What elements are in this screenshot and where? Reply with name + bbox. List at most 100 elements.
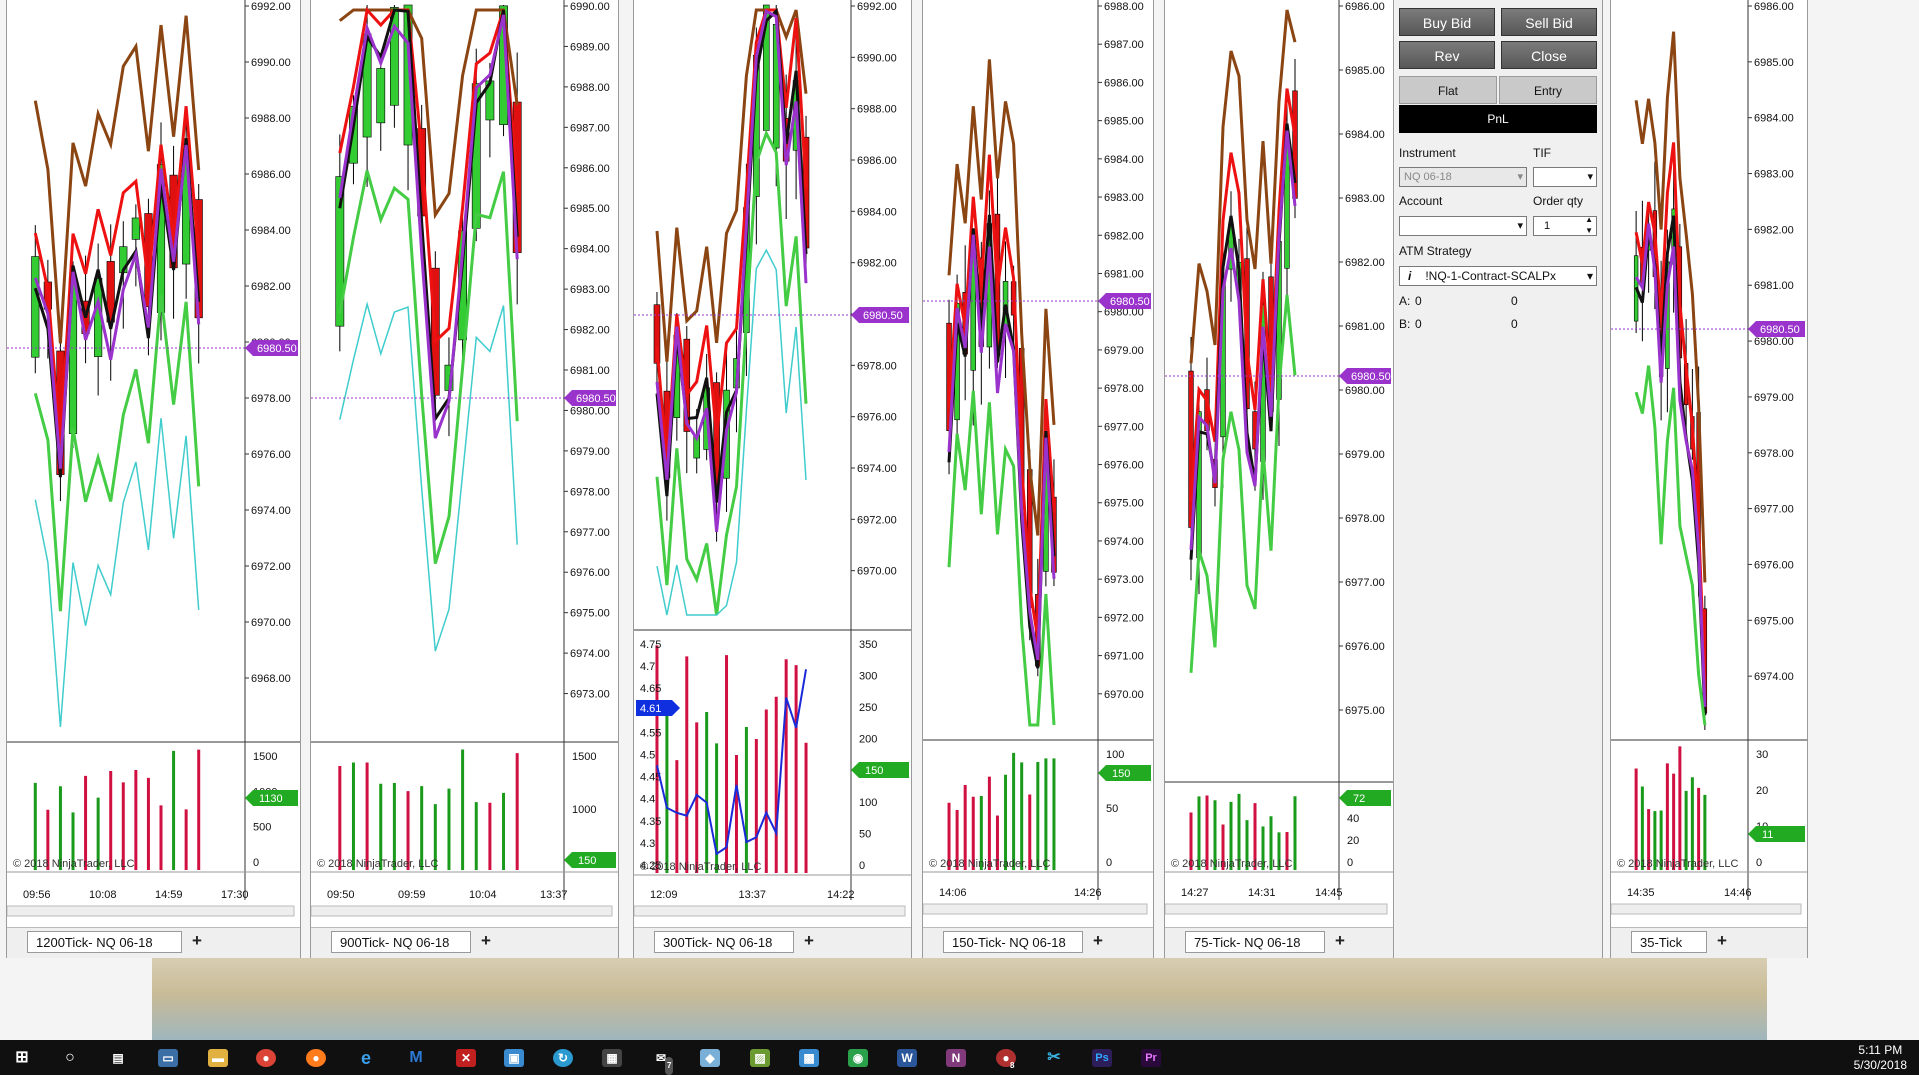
file-explorer-icon[interactable]: ▬ bbox=[208, 1049, 228, 1067]
price-axis-label: 6990.00 bbox=[251, 57, 291, 69]
add-tab-icon[interactable]: + bbox=[1711, 931, 1733, 953]
stepper-arrows-icon[interactable]: ▲ ▼ bbox=[1585, 214, 1593, 236]
chart-canvas[interactable]: 6986.00 6985.00 6984.00 6983.00 6982.00 6981.… bbox=[1611, 0, 1807, 928]
mail-icon[interactable]: ✉ 7 bbox=[651, 1049, 674, 1075]
instrument-select[interactable]: NQ 06-18 ▾ bbox=[1399, 167, 1527, 187]
moving-average-line bbox=[656, 248, 807, 616]
app-icon-2[interactable]: ▣ bbox=[504, 1049, 524, 1067]
volume-axis-label: 0 bbox=[859, 860, 865, 872]
sync-icon[interactable]: ↻ bbox=[553, 1049, 573, 1067]
price-axis-label: 6982.00 bbox=[1754, 224, 1794, 236]
price-axis-label: 6979.00 bbox=[1754, 392, 1794, 404]
atm-strategy-label: ATM Strategy bbox=[1399, 244, 1472, 258]
volume-tag: 150 bbox=[564, 852, 616, 868]
windows-start-icon[interactable]: ⊞ bbox=[12, 1049, 32, 1067]
price-axis-label: 6976.00 bbox=[570, 567, 610, 579]
chart-canvas[interactable]: 6990.00 6989.00 6988.00 6987.00 6986.00 6985.… bbox=[311, 0, 618, 928]
edge-icon[interactable]: e bbox=[356, 1049, 376, 1067]
horizontal-scrollbar[interactable] bbox=[923, 903, 1148, 915]
taskbar-clock[interactable]: 5:11 PM 5/30/2018 bbox=[1854, 1043, 1907, 1073]
horizontal-scrollbar[interactable] bbox=[7, 905, 295, 917]
candle bbox=[131, 217, 140, 240]
price-axis-label: 6979.00 bbox=[1104, 345, 1144, 357]
order-qty-stepper[interactable]: 1 ▲ ▼ bbox=[1533, 214, 1597, 236]
app-icon-6[interactable]: ● 8 bbox=[996, 1049, 1016, 1070]
word-icon[interactable]: W bbox=[897, 1049, 917, 1067]
close-button[interactable]: Close bbox=[1501, 41, 1597, 69]
add-tab-icon[interactable]: + bbox=[475, 931, 497, 953]
chart-canvas[interactable]: 6988.00 6987.00 6986.00 6985.00 6984.00 6983.… bbox=[923, 0, 1153, 928]
info-icon[interactable]: i bbox=[1404, 269, 1425, 283]
atm-strategy-value: !NQ-1-Contract-SCALPx bbox=[1425, 269, 1557, 283]
app-icon-3[interactable]: ◆ bbox=[700, 1049, 720, 1067]
add-tab-icon[interactable]: + bbox=[798, 931, 820, 953]
cortana-search-icon[interactable]: ○ bbox=[60, 1049, 80, 1067]
chart-tab[interactable]: 150-Tick- NQ 06-18 bbox=[943, 931, 1083, 953]
photos-icon[interactable]: ▩ bbox=[799, 1049, 819, 1067]
chart-canvas[interactable]: 6986.00 6985.00 6984.00 6983.00 6982.00 6981.… bbox=[1165, 0, 1393, 928]
app-icon-1[interactable]: ▭ bbox=[158, 1049, 178, 1067]
ninjatrader-icon[interactable]: ✕ bbox=[456, 1049, 476, 1067]
photoshop-icon[interactable]: Ps bbox=[1092, 1049, 1112, 1067]
chart-tab[interactable]: 1200Tick- NQ 06-18 bbox=[27, 931, 182, 953]
add-tab-icon[interactable]: + bbox=[1329, 931, 1351, 953]
chart-tab-bar: 1200Tick- NQ 06-18 + bbox=[7, 927, 300, 958]
price-axis-label: 6983.00 bbox=[570, 284, 610, 296]
indicator-line bbox=[655, 669, 808, 856]
price-axis-label: 6976.00 bbox=[1104, 460, 1144, 472]
sell-bid-button[interactable]: Sell Bid bbox=[1501, 8, 1597, 36]
flat-button[interactable]: Flat bbox=[1399, 76, 1497, 104]
chart-window-c1: 6992.00 6990.00 6988.00 6986.00 6984.00 6982.… bbox=[6, 0, 301, 958]
chrome-icon[interactable]: ● bbox=[256, 1049, 276, 1067]
horizontal-scrollbar[interactable] bbox=[634, 905, 906, 917]
chart-tab[interactable]: 900Tick- NQ 06-18 bbox=[331, 931, 471, 953]
copyright-text: © 2018 NinjaTrader, LLC bbox=[1171, 858, 1292, 870]
tif-select[interactable]: ▾ bbox=[1533, 167, 1597, 187]
price-axis-label: 6984.00 bbox=[251, 225, 291, 237]
atm-strategy-select[interactable]: i !NQ-1-Contract-SCALPx ▾ bbox=[1399, 266, 1597, 286]
chart-tab[interactable]: 300Tick- NQ 06-18 bbox=[654, 931, 794, 953]
premiere-icon[interactable]: Pr bbox=[1141, 1049, 1161, 1067]
buy-bid-button[interactable]: Buy Bid bbox=[1399, 8, 1495, 36]
app-m-icon[interactable]: M bbox=[406, 1049, 426, 1067]
add-tab-icon[interactable]: + bbox=[186, 931, 208, 953]
app-icon-5[interactable]: ◉ bbox=[848, 1049, 868, 1067]
app-icon-7[interactable]: ✂ bbox=[1044, 1049, 1064, 1067]
add-tab-icon[interactable]: + bbox=[1087, 931, 1109, 953]
entry-button[interactable]: Entry bbox=[1499, 76, 1597, 104]
horizontal-scrollbar[interactable] bbox=[1611, 903, 1802, 915]
chart-tab[interactable]: 35-Tick bbox=[1631, 931, 1707, 953]
store-icon[interactable]: ▦ bbox=[602, 1049, 622, 1067]
price-axis-label: 6990.00 bbox=[857, 52, 897, 64]
volume-tag-text: 1130 bbox=[259, 793, 283, 805]
indicator-axis-label: 4.3 bbox=[640, 838, 655, 850]
volume-axis-label: 50 bbox=[859, 828, 871, 840]
firefox-icon[interactable]: ● bbox=[306, 1049, 326, 1067]
price-axis-label: 6986.00 bbox=[251, 169, 291, 181]
task-view-icon[interactable]: ▤ bbox=[108, 1049, 128, 1067]
account-select[interactable]: ▾ bbox=[1399, 216, 1527, 236]
b-value-1: 0 bbox=[1415, 317, 1422, 331]
price-axis-label: 6980.00 bbox=[1754, 336, 1794, 348]
chart-canvas[interactable]: 6992.00 6990.00 6988.00 6986.00 6984.00 6982.… bbox=[634, 0, 911, 928]
volume-tag: 11 bbox=[1748, 826, 1805, 842]
price-axis-label: 6985.00 bbox=[1345, 65, 1385, 77]
horizontal-scrollbar[interactable] bbox=[311, 905, 613, 917]
order-entry-panel: Buy Bid Sell Bid Rev Close Flat Entry Pn… bbox=[1395, 0, 1603, 958]
order-qty-value: 1 bbox=[1544, 220, 1551, 232]
clock-date: 5/30/2018 bbox=[1853, 1058, 1907, 1072]
reverse-button[interactable]: Rev bbox=[1399, 41, 1495, 69]
price-axis-label: 6978.00 bbox=[857, 360, 897, 372]
horizontal-scrollbar[interactable] bbox=[1165, 903, 1388, 915]
price-axis-label: 6978.00 bbox=[251, 393, 291, 405]
chart-canvas[interactable]: 6992.00 6990.00 6988.00 6986.00 6984.00 6982.… bbox=[7, 0, 300, 928]
onenote-icon[interactable]: N bbox=[946, 1049, 966, 1067]
chart-tab[interactable]: 75-Tick- NQ 06-18 bbox=[1185, 931, 1325, 953]
chart-tab-bar: 35-Tick + bbox=[1611, 927, 1807, 958]
price-axis-label: 6987.00 bbox=[570, 122, 610, 134]
price-axis-label: 6992.00 bbox=[251, 1, 291, 13]
app-icon-4[interactable]: ▨ bbox=[750, 1049, 770, 1067]
price-axis-label: 6972.00 bbox=[1104, 612, 1144, 624]
indicator-tag-text: 4.61 bbox=[640, 703, 661, 715]
moving-average-line bbox=[1634, 365, 1707, 726]
